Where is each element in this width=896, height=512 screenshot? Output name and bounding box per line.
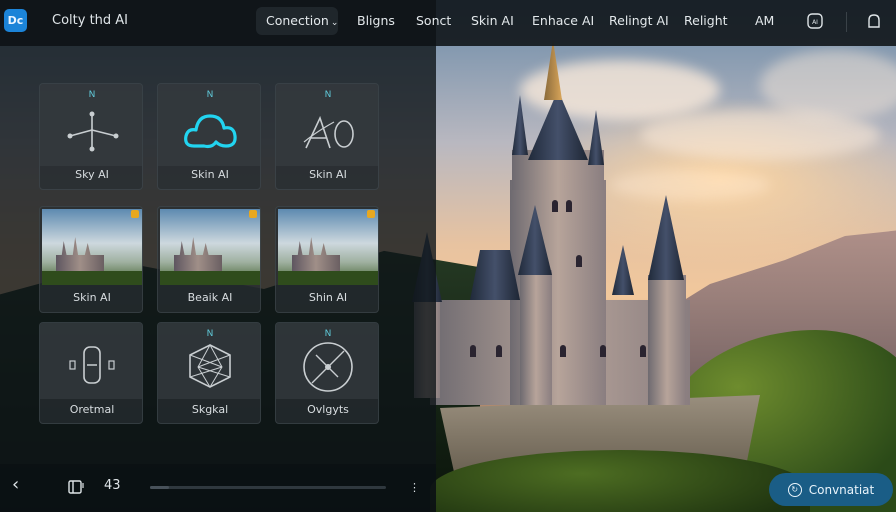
premium-flag — [131, 210, 139, 218]
nav-item-am[interactable]: AM — [755, 13, 774, 28]
timeline-slider[interactable] — [150, 486, 386, 489]
castle-thumbnail — [278, 209, 378, 285]
tool-card-skin-ai-2[interactable]: N Skin AI — [275, 83, 379, 190]
card-label: Skgkal — [191, 403, 229, 416]
nav-item-sonct[interactable]: Sonct — [416, 13, 451, 28]
tool-card-sky-ai[interactable]: N Sky AI — [39, 83, 143, 190]
nav-item-relight[interactable]: Relight — [684, 13, 728, 28]
card-label: Beaik AI — [187, 291, 233, 304]
premium-flag — [249, 210, 257, 218]
card-label: Skin AI — [309, 168, 347, 181]
nav-item-conection[interactable]: Conection ⌄ — [266, 13, 338, 28]
chevron-left-icon[interactable]: ‹ — [12, 474, 19, 495]
divider — [846, 12, 847, 32]
app-logo[interactable]: Dc — [4, 9, 27, 32]
chevron-down-icon: ⌄ — [330, 18, 339, 28]
nav-item-skin-ai[interactable]: Skin AI — [471, 13, 514, 28]
card-label: Skin AI — [73, 291, 111, 304]
card-label: Sky AI — [75, 168, 109, 181]
convert-icon: ↻ — [787, 482, 802, 497]
card-label: Oretmal — [69, 403, 115, 416]
network-icon — [67, 111, 119, 152]
compass-icon — [303, 342, 353, 392]
layers-icon[interactable] — [68, 480, 84, 498]
tool-card-skin-ai[interactable]: N Skin AI — [157, 83, 261, 190]
svg-text:AI: AI — [812, 19, 818, 26]
premium-flag — [367, 210, 375, 218]
polygon-icon — [189, 343, 231, 388]
castle-thumbnail — [42, 209, 142, 285]
phone-icon — [69, 346, 115, 384]
nav-item-enhace-ai[interactable]: Enhace AI — [532, 13, 594, 28]
app-title: Colty thd AI — [52, 13, 129, 28]
convert-button[interactable]: ↻ Convnatiat — [769, 473, 893, 506]
tool-card-oretmal[interactable]: Oretmal — [39, 322, 143, 424]
more-icon[interactable]: ⋮ — [409, 481, 420, 494]
card-label: Shin AI — [308, 291, 348, 304]
tool-card-shin-ai[interactable]: Shin AI — [275, 206, 379, 313]
tool-card-skin-ai-3[interactable]: Skin AI — [39, 206, 143, 313]
tool-card-beaik-ai[interactable]: Beaik AI — [157, 206, 261, 313]
cloud-icon — [184, 114, 237, 149]
ai-icon[interactable]: AI — [805, 11, 825, 31]
card-label: Skin AI — [191, 168, 229, 181]
nav-item-bligns[interactable]: Bligns — [357, 13, 395, 28]
card-label: Ovlgyts — [307, 403, 349, 416]
tool-card-ovlgyts[interactable]: N Ovlgyts — [275, 322, 379, 424]
counter: 43 — [104, 478, 121, 493]
tool-card-skgkal[interactable]: N Skgkal — [157, 322, 261, 424]
user-icon[interactable] — [864, 11, 884, 31]
text-ao-icon — [303, 115, 354, 149]
nav-item-relingt-ai[interactable]: Relingt AI — [609, 13, 669, 28]
castle-thumbnail — [160, 209, 260, 285]
